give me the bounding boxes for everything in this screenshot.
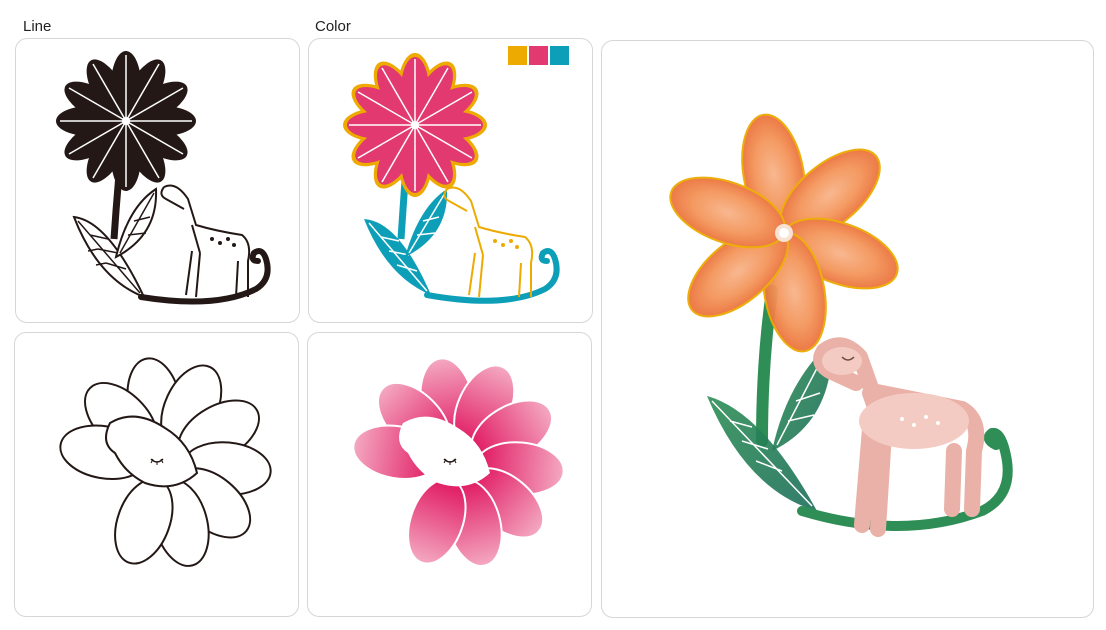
color-label: Color (315, 18, 351, 35)
outline-flower-deer-head-illustration (59, 357, 272, 567)
watercolor-flower-deer-illustration (669, 113, 1013, 537)
outline-art-panel (14, 332, 299, 617)
watercolor-art-panel (601, 40, 1094, 618)
line-art-panel (15, 38, 300, 323)
line-flower-deer-illustration (56, 51, 271, 305)
line-label: Line (23, 18, 52, 35)
pink-flower-deer-head-illustration (352, 357, 565, 567)
color-art-panel (308, 38, 593, 323)
color-flower-deer-illustration (343, 53, 560, 304)
pink-art-panel (307, 332, 592, 617)
